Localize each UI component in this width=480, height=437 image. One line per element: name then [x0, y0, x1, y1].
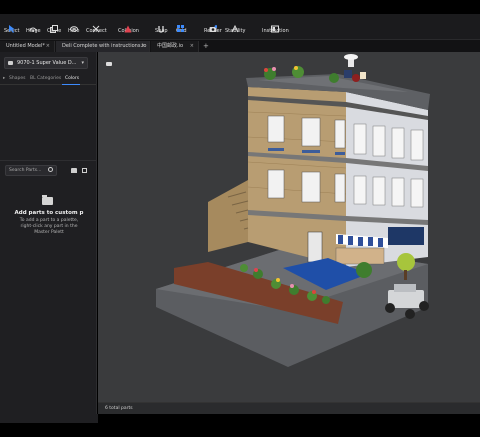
pin-icon: ▸	[3, 76, 6, 81]
grid-button[interactable]: Grid	[176, 14, 187, 39]
studio-app: Select Hinge Clone Hide Connect	[0, 0, 480, 437]
close-icon[interactable]: ×	[46, 41, 50, 52]
tab-colors[interactable]: Colors	[65, 74, 79, 83]
snap-button[interactable]: Snap	[155, 14, 168, 39]
camera-icon	[209, 18, 218, 32]
clone-button[interactable]: Clone	[47, 14, 61, 39]
render-button[interactable]: Render	[204, 14, 222, 39]
grid-icon	[177, 18, 185, 32]
active-tab-indicator	[62, 84, 80, 85]
tab-label: Untitled Model*	[6, 43, 45, 49]
cursor-icon	[8, 18, 16, 33]
tab-label: 中国邮政.io	[157, 43, 184, 49]
eye-icon	[69, 18, 78, 32]
tab-china-post[interactable]: 中国邮政.io ×	[151, 41, 199, 52]
stability-icon	[231, 18, 239, 33]
collision-button[interactable]: Collision	[118, 14, 139, 39]
chevron-down-icon: ▾	[81, 60, 84, 66]
empty-palette-text: To add a part to a palette, right-click …	[19, 218, 79, 235]
warning-triangle-icon	[124, 18, 132, 33]
palette-subtabs: ▸ Shapes BL Categories Colors	[0, 74, 97, 83]
tab-shapes[interactable]: Shapes	[9, 74, 25, 83]
top-black-band	[0, 0, 480, 14]
tab-untitled-model[interactable]: Untitled Model* ×	[0, 41, 55, 52]
search-input[interactable]: Search Parts...	[5, 165, 57, 176]
empty-palette-title: Add parts to custom p	[14, 210, 84, 216]
connect-button[interactable]: Connect	[86, 14, 107, 39]
clone-icon	[50, 18, 59, 33]
palette-dropdown-value: 9070-1 Super Value D...	[17, 60, 77, 66]
palette-panel: 9070-1 Super Value D... ▾ ▸ Shapes BL Ca…	[0, 52, 97, 423]
folder-icon	[42, 195, 53, 205]
instruction-icon	[271, 18, 280, 33]
subtab-underline	[0, 84, 96, 85]
search-placeholder: Search Parts...	[9, 168, 42, 173]
3d-viewport[interactable]	[98, 52, 480, 413]
snap-icon	[157, 18, 165, 33]
stability-button[interactable]: Stability	[225, 14, 245, 39]
grid-view-icon[interactable]	[82, 168, 87, 173]
camera-icon[interactable]	[106, 62, 112, 66]
search-icon	[48, 167, 53, 172]
panel-footer	[0, 414, 98, 423]
panel-divider[interactable]	[0, 160, 96, 161]
status-bar: 6 total parts	[98, 402, 480, 414]
model-render	[156, 54, 430, 367]
hide-button[interactable]: Hide	[68, 14, 79, 39]
storefront-door	[307, 231, 323, 263]
main-toolbar: Select Hinge Clone Hide Connect	[0, 14, 480, 39]
close-icon[interactable]: ×	[141, 41, 145, 52]
bottom-black-band	[0, 423, 480, 437]
tab-deli-complete[interactable]: Deli Complete with instructions.io ×	[56, 41, 150, 52]
tab-bl-categories[interactable]: BL Categories	[30, 74, 61, 83]
brick-view-icon[interactable]	[71, 168, 77, 173]
staircase	[208, 180, 248, 252]
palette-dropdown[interactable]: 9070-1 Super Value D... ▾	[4, 57, 88, 69]
document-tabs: Untitled Model* × Deli Complete with ins…	[0, 39, 480, 52]
hinge-button[interactable]: Hinge	[26, 14, 41, 39]
brick-icon	[8, 61, 13, 65]
close-icon[interactable]: ×	[190, 41, 194, 52]
tab-label: Deli Complete with instructions.io	[62, 43, 147, 49]
instruction-button[interactable]: Instruction	[262, 14, 289, 39]
connect-icon	[92, 18, 100, 33]
hinge-icon	[29, 18, 37, 32]
select-button[interactable]: Select	[4, 14, 19, 39]
